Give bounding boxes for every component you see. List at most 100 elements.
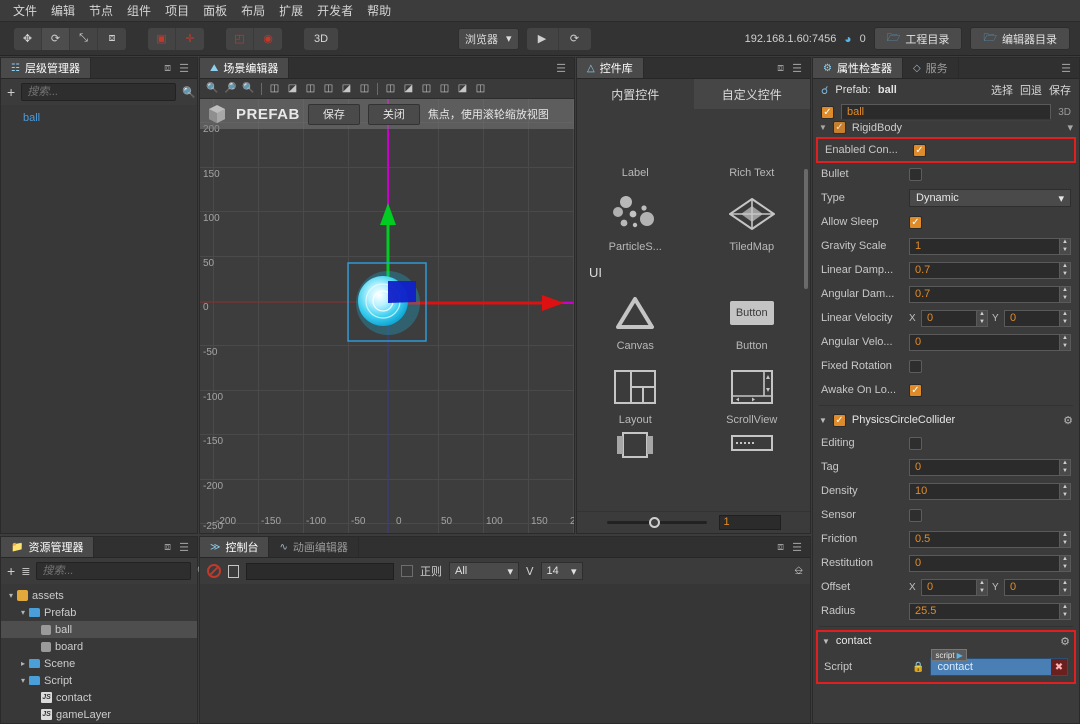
create-asset-button[interactable]: + <box>7 563 15 579</box>
bullet-checkbox[interactable]: ✓ <box>909 167 922 181</box>
scale-tool-icon[interactable]: ⤡ <box>70 27 98 50</box>
density-input[interactable]: 10 ▲ ▼ <box>909 482 1071 500</box>
widget-canvas[interactable]: Canvas <box>577 282 694 356</box>
font-size-select[interactable]: 14 ▾ <box>540 562 583 580</box>
rect-tool-icon[interactable]: ⧈ <box>98 28 126 50</box>
mode-3d-button[interactable]: 3D <box>304 28 338 50</box>
rigidbody-component-header[interactable]: ▼ ✓ RigidBody ▾ <box>813 119 1079 136</box>
distribute-right-icon[interactable]: ◫ <box>418 81 435 97</box>
rigidbody-enabled-checkbox[interactable]: ✓ <box>832 121 846 134</box>
play-button[interactable]: ▶ <box>527 27 559 50</box>
scene-viewport[interactable]: 200 150 100 50 0 -50 -100 -150 -200 -200… <box>200 99 574 533</box>
widget-editbox[interactable] <box>694 430 811 464</box>
editor-dir-button[interactable]: 🗁 编辑器目录 <box>970 27 1070 50</box>
widget-button[interactable]: Button Button <box>694 282 811 356</box>
console-collapse-icon[interactable]: ⎒ <box>794 565 803 578</box>
pivot-anchor-icon[interactable]: ✛ <box>176 28 204 50</box>
clear-console-icon[interactable] <box>207 564 221 578</box>
menu-item-file[interactable]: 文件 <box>6 0 44 21</box>
prefab-save-action[interactable]: 保存 <box>1049 82 1071 98</box>
asset-row-scene-folder[interactable]: ▸ Scene <box>1 655 197 672</box>
stepper-icon[interactable]: ▲ ▼ <box>1059 286 1070 302</box>
linear-velocity-x-input[interactable]: 0 ▲ ▼ <box>921 309 988 327</box>
menu-item-node[interactable]: 节点 <box>82 0 120 21</box>
menu-item-component[interactable]: 组件 <box>120 0 158 21</box>
add-node-button[interactable]: + <box>7 84 15 100</box>
tag-input[interactable]: 0 ▲ ▼ <box>909 458 1071 476</box>
local-coord-icon[interactable]: ◰ <box>226 27 254 50</box>
search-icon[interactable]: 🔍 <box>182 86 196 99</box>
hierarchy-search-input[interactable] <box>21 83 177 101</box>
clear-script-icon[interactable]: ✖ <box>1051 659 1067 675</box>
tab-animation-editor[interactable]: ∿ 动画编辑器 <box>269 537 359 557</box>
menu-icon[interactable]: ☰ <box>1061 62 1071 75</box>
widget-particlesystem[interactable]: ParticleS... <box>577 183 694 257</box>
chevron-down-icon[interactable]: ▾ <box>17 608 29 617</box>
sensor-checkbox[interactable]: ✓ <box>909 508 922 522</box>
popout-icon[interactable]: ⧈ <box>777 541 784 554</box>
log-level-select[interactable]: All ▾ <box>449 562 519 580</box>
rotate-tool-icon[interactable]: ⟳ <box>42 27 70 50</box>
tab-scene-editor[interactable]: ⛰ 场景编辑器 <box>200 58 290 78</box>
gravity-scale-input[interactable]: 1 ▲ ▼ <box>909 237 1071 255</box>
zoom-slider[interactable] <box>606 517 707 528</box>
restitution-input[interactable]: 0 ▲ ▼ <box>909 554 1071 572</box>
distribute-left-icon[interactable]: ◫ <box>382 81 399 97</box>
widget-layout[interactable]: Layout <box>577 356 694 430</box>
node-name-input[interactable] <box>841 103 1052 121</box>
stepper-icon[interactable]: ▲ ▼ <box>1059 238 1070 254</box>
tab-builtin-widgets[interactable]: 内置控件 <box>577 79 694 109</box>
zoom-reset-icon[interactable]: 🔍 <box>240 81 257 97</box>
tab-assets[interactable]: 📁 资源管理器 <box>1 537 95 557</box>
linear-damping-input[interactable]: 0.7 ▲ ▼ <box>909 261 1071 279</box>
stepper-icon[interactable]: ▲ ▼ <box>976 579 987 595</box>
chevron-down-icon[interactable]: ▾ <box>1067 121 1073 134</box>
zoom-in-icon[interactable]: 🔍 <box>204 81 221 97</box>
offset-x-input[interactable]: 0 ▲ ▼ <box>921 578 988 596</box>
allow-sleep-checkbox[interactable]: ✓ <box>909 215 922 229</box>
popout-icon[interactable]: ⧈ <box>777 62 784 75</box>
fixed-rotation-checkbox[interactable]: ✓ <box>909 359 922 373</box>
prefab-select-action[interactable]: 选择 <box>991 82 1013 98</box>
friction-input[interactable]: 0.5 ▲ ▼ <box>909 530 1071 548</box>
menu-item-project[interactable]: 项目 <box>158 0 196 21</box>
tab-widget-library[interactable]: △ 控件库 <box>577 58 644 78</box>
asset-row-prefab-folder[interactable]: ▾ Prefab <box>1 604 197 621</box>
stepper-icon[interactable]: ▲ ▼ <box>1059 310 1070 326</box>
refresh-button[interactable]: ⟳ <box>559 28 591 50</box>
stepper-icon[interactable]: ▲ ▼ <box>1059 262 1070 278</box>
asset-row-script-folder[interactable]: ▾ Script <box>1 672 197 689</box>
menu-item-layout[interactable]: 布局 <box>234 0 272 21</box>
align-bottom-icon[interactable]: ◫ <box>356 81 373 97</box>
menu-icon[interactable]: ☰ <box>792 62 802 75</box>
sort-icon[interactable]: ≣ <box>21 565 30 578</box>
regex-checkbox[interactable] <box>401 565 413 577</box>
preview-target-select[interactable]: 浏览器 ▾ <box>458 27 519 50</box>
chevron-down-icon[interactable]: ▼ <box>822 637 830 646</box>
menu-icon[interactable]: ☰ <box>179 62 189 75</box>
asset-row-contact[interactable]: JS contact <box>1 689 197 706</box>
radius-input[interactable]: 25.5 ▲ ▼ <box>909 602 1071 620</box>
awake-on-load-checkbox[interactable]: ✓ <box>909 383 922 397</box>
widget-richtext[interactable]: Rich Text <box>694 109 811 183</box>
editing-checkbox[interactable]: ✓ <box>909 436 922 450</box>
pivot-center-icon[interactable]: ▣ <box>148 27 176 50</box>
menu-item-panel[interactable]: 面板 <box>196 0 234 21</box>
widget-label[interactable]: Label <box>577 109 694 183</box>
widget-tiledmap[interactable]: TiledMap <box>694 183 811 257</box>
chevron-down-icon[interactable]: ▾ <box>17 676 29 685</box>
collider-enabled-checkbox[interactable]: ✓ <box>832 413 846 427</box>
chevron-down-icon[interactable]: ▼ <box>819 123 827 132</box>
tab-console[interactable]: ≫ 控制台 <box>200 537 270 557</box>
asset-row-ball[interactable]: ball <box>1 621 197 638</box>
popout-icon[interactable]: ⧈ <box>164 62 171 75</box>
collider-component-header[interactable]: ▼ ✓ PhysicsCircleCollider ⚙ <box>813 409 1079 431</box>
chevron-down-icon[interactable]: ▾ <box>5 591 17 600</box>
zoom-value-input[interactable]: 1 <box>718 515 781 530</box>
enabled-contact-listener-checkbox[interactable]: ✓ <box>913 143 926 157</box>
menu-item-help[interactable]: 帮助 <box>360 0 398 21</box>
menu-item-developer[interactable]: 开发者 <box>310 0 360 21</box>
open-log-file-icon[interactable] <box>228 564 239 578</box>
menu-item-extension[interactable]: 扩展 <box>272 0 310 21</box>
align-top-icon[interactable]: ◫ <box>320 81 337 97</box>
